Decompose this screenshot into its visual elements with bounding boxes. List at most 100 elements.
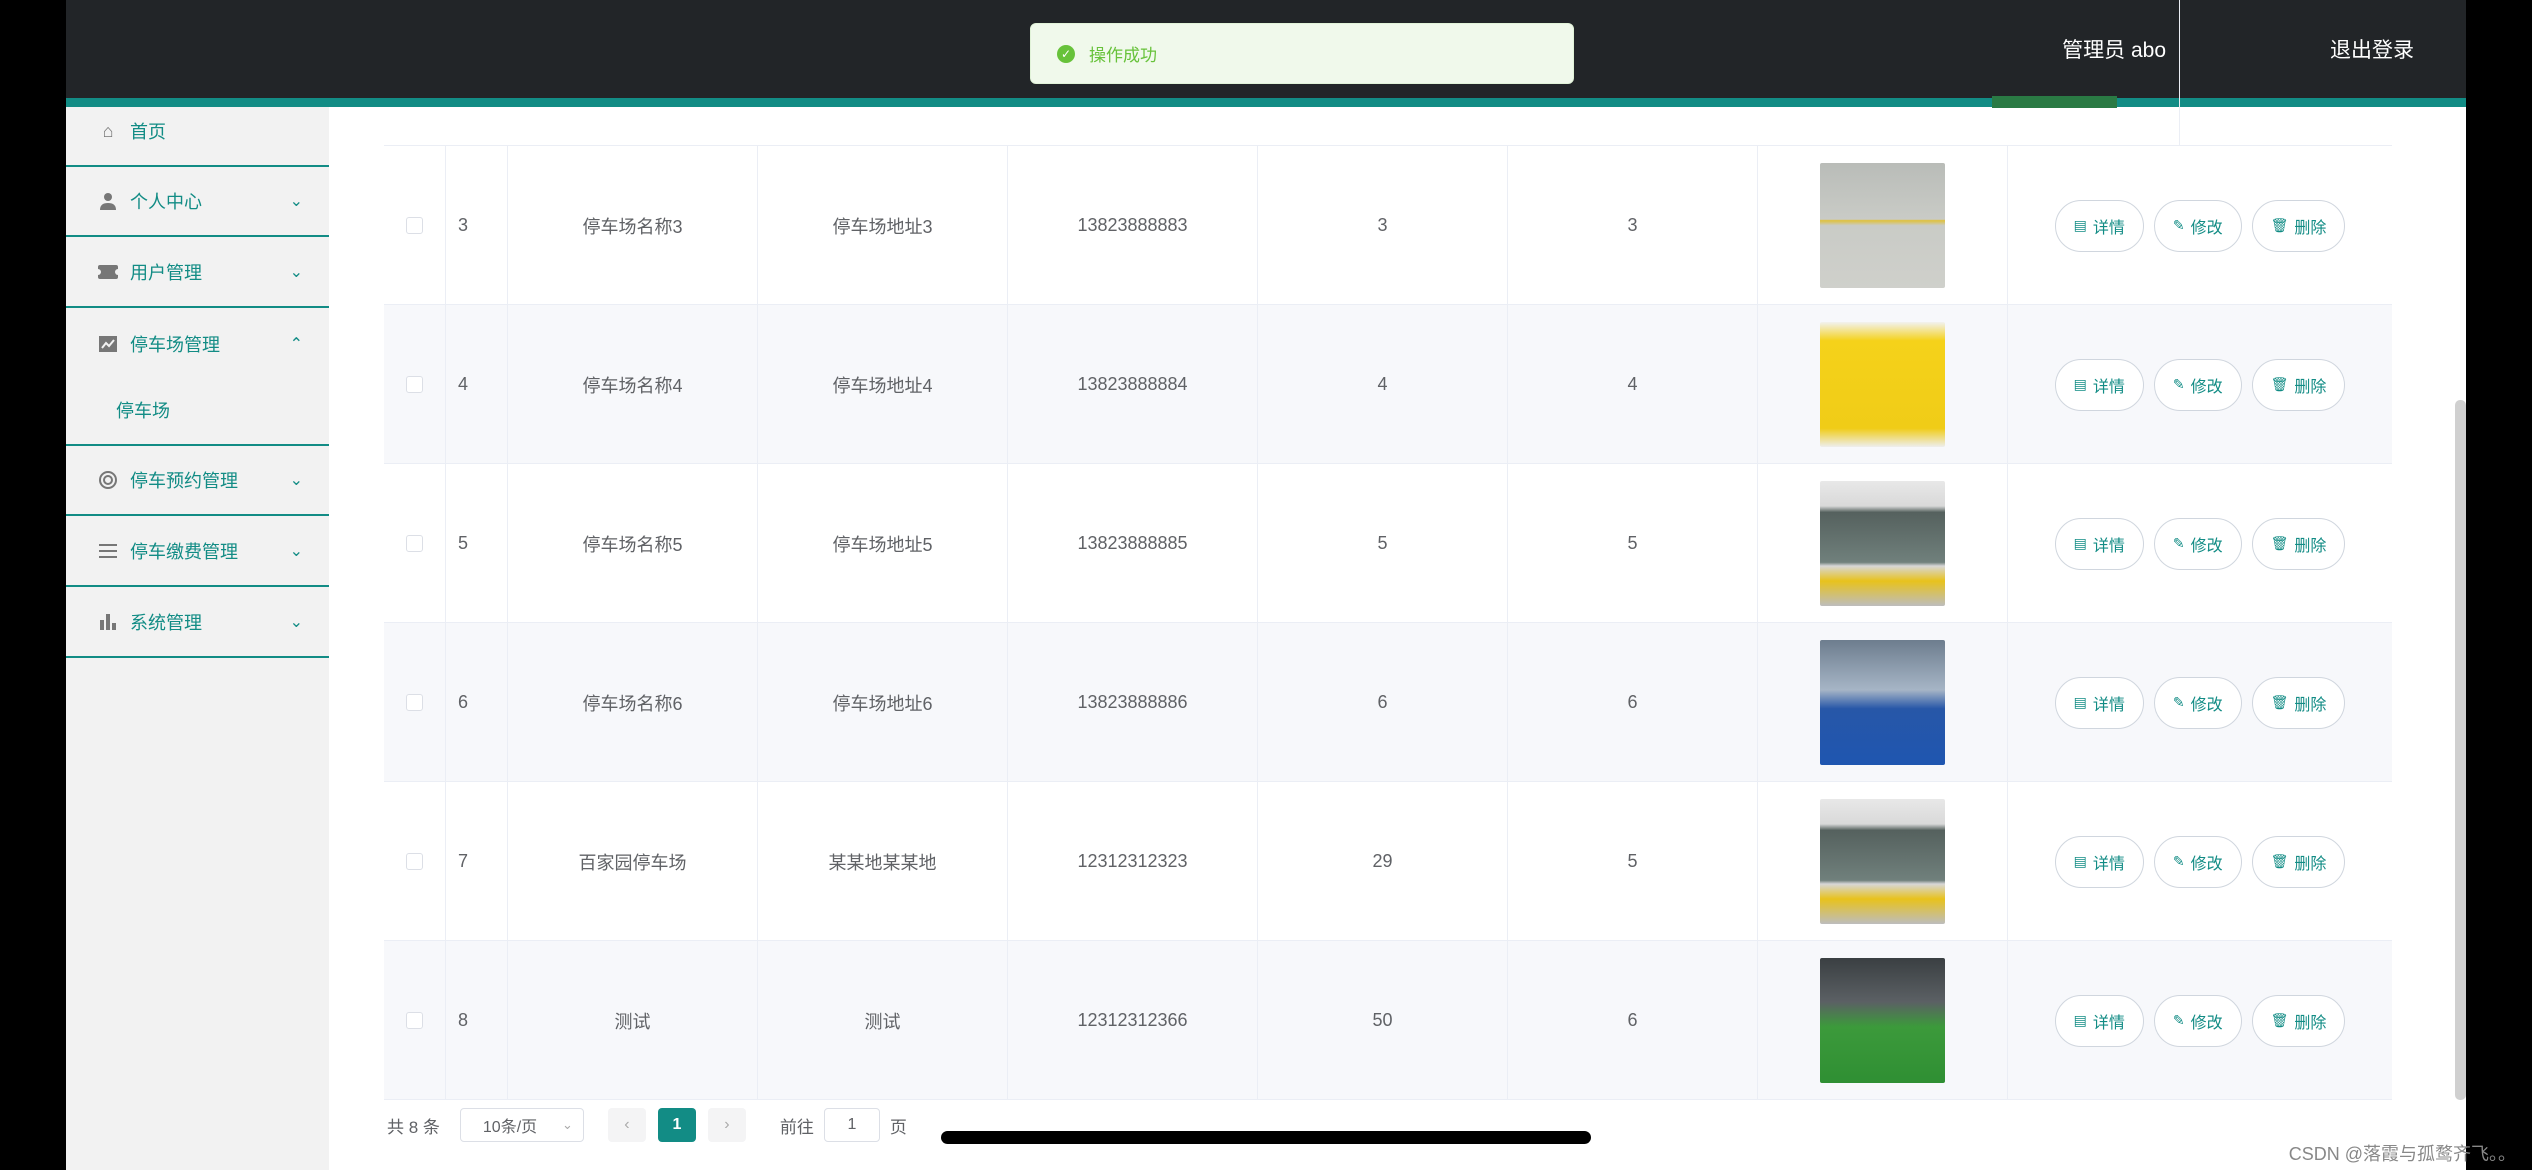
edit-icon: ✎ [2172,535,2185,551]
chevron-down-icon: ⌄ [289,614,303,631]
detail-label: 详情 [2092,537,2125,555]
edit-button[interactable]: ✎ 修改 [2153,676,2242,729]
table-row: 7 百家园停车场 某某地某某地 12312312323 29 5 ▤ 详情 ✎ 修改 🗑 删除 [384,782,2392,941]
detail-button[interactable]: ▤ 详情 [2054,835,2144,888]
no-cell: 8 [446,941,508,1100]
table-row: 4 停车场名称4 停车场地址4 13823888884 4 4 ▤ 详情 ✎ 修改 🗑 删除 [384,305,2392,464]
address-cell: 停车场地址5 [758,464,1008,623]
chevron-up-icon: ⌃ [289,336,303,353]
sidebar-item-parking-management[interactable]: 停车场管理 ⌃ [66,309,329,379]
detail-icon: ▤ [2073,853,2087,869]
actions-cell: ▤ 详情 ✎ 修改 🗑 删除 [2008,146,2392,305]
sidebar-item-label: 首页 [130,122,166,142]
row-checkbox[interactable] [406,217,423,234]
list-icon [98,541,118,561]
detail-button[interactable]: ▤ 详情 [2054,994,2144,1047]
delete-button[interactable]: 🗑 删除 [2251,517,2346,570]
edit-button[interactable]: ✎ 修改 [2153,994,2242,1047]
row-checkbox[interactable] [406,1012,423,1029]
edit-label: 修改 [2190,696,2223,714]
goto-prefix: 前往 [779,1117,814,1137]
detail-button[interactable]: ▤ 详情 [2054,199,2144,252]
sidebar-item-label: 停车缴费管理 [130,542,238,562]
row-photo [1820,481,1945,606]
address-cell: 停车场地址6 [758,623,1008,782]
row-checkbox[interactable] [406,376,423,393]
page-button-1[interactable]: 1 [657,1108,696,1142]
sidebar-subitem-parking[interactable]: 停车场 [116,397,170,423]
goto-suffix: 页 [889,1117,907,1137]
detail-button[interactable]: ▤ 详情 [2054,517,2144,570]
phone-cell: 12312312323 [1008,782,1258,941]
vertical-scrollbar[interactable] [2455,400,2466,1100]
chevron-down-icon: ⌄ [289,472,303,489]
detail-icon: ▤ [2073,694,2087,710]
delete-label: 删除 [2294,696,2327,714]
actions-cell: ▤ 详情 ✎ 修改 🗑 删除 [2008,464,2392,623]
lifebuoy-icon [98,470,118,490]
edit-label: 修改 [2190,378,2223,396]
phone-cell: 13823888886 [1008,623,1258,782]
goto-page-input[interactable]: 1 [823,1108,880,1142]
detail-label: 详情 [2092,219,2125,237]
name-cell: 停车场名称6 [508,623,758,782]
row-checkbox[interactable] [406,694,423,711]
home-icon: ⌂ [102,120,114,141]
sidebar-item-system-management[interactable]: 系统管理 ⌄ [66,588,329,658]
sidebar-item-parking-reservation[interactable]: 停车预约管理 ⌄ [66,446,329,516]
row-photo [1820,799,1945,924]
select-cell [384,941,446,1100]
next-page-button[interactable]: › [707,1108,746,1142]
prev-page-button[interactable]: ‹ [607,1108,646,1142]
edit-button[interactable]: ✎ 修改 [2153,517,2242,570]
detail-icon: ▤ [2073,1012,2087,1028]
edit-button[interactable]: ✎ 修改 [2153,835,2242,888]
delete-label: 删除 [2294,219,2327,237]
photo-cell [1758,146,2008,305]
sidebar-item-label: 系统管理 [130,613,202,633]
sidebar-item-user-management[interactable]: 用户管理 ⌄ [66,238,329,308]
detail-label: 详情 [2092,1014,2125,1032]
actions-cell: ▤ 详情 ✎ 修改 🗑 删除 [2008,941,2392,1100]
main-content: 3 停车场名称3 停车场地址3 13823888883 3 3 ▤ 详情 ✎ 修改 🗑 删除 4 停车场名… [329,0,2466,1170]
chevron-down-icon: ⌄ [289,264,303,281]
page-size-select[interactable]: 10条/页 ⌄ [459,1108,584,1142]
delete-icon: 🗑 [2270,694,2289,710]
phone-cell: 13823888884 [1008,305,1258,464]
delete-label: 删除 [2294,378,2327,396]
sidebar-item-personal-center[interactable]: 个人中心 ⌄ [66,167,329,237]
edit-button[interactable]: ✎ 修改 [2153,358,2242,411]
detail-button[interactable]: ▤ 详情 [2054,358,2144,411]
phone-cell: 12312312366 [1008,941,1258,1100]
table-row: 6 停车场名称6 停车场地址6 13823888886 6 6 ▤ 详情 ✎ 修改 🗑 删除 [384,623,2392,782]
row-photo [1992,96,2117,108]
delete-button[interactable]: 🗑 删除 [2251,676,2346,729]
delete-label: 删除 [2294,537,2327,555]
address-cell: 某某地某某地 [758,782,1008,941]
delete-button[interactable]: 🗑 删除 [2251,835,2346,888]
delete-button[interactable]: 🗑 删除 [2251,358,2346,411]
photo-cell [1758,464,2008,623]
detail-label: 详情 [2092,696,2125,714]
sidebar: ⌂ 首页 个人中心 ⌄ 用户管理 ⌄ 停车场管理 ⌃ 停车场 停车预约管理 ⌄ … [66,107,329,1170]
sidebar-item-parking-payment[interactable]: 停车缴费管理 ⌄ [66,517,329,587]
row-checkbox[interactable] [406,853,423,870]
no-cell: 4 [446,305,508,464]
detail-button[interactable]: ▤ 详情 [2054,676,2144,729]
phone-cell: 13823888883 [1008,146,1258,305]
table-row: 3 停车场名称3 停车场地址3 13823888883 3 3 ▤ 详情 ✎ 修改 🗑 删除 [384,146,2392,305]
detail-label: 详情 [2092,855,2125,873]
row-photo [1820,640,1945,765]
sidebar-item-label: 停车预约管理 [130,471,238,491]
row-photo [1820,163,1945,288]
delete-button[interactable]: 🗑 删除 [2251,199,2346,252]
delete-button[interactable]: 🗑 删除 [2251,994,2346,1047]
row-checkbox[interactable] [406,535,423,552]
sidebar-item-home[interactable]: ⌂ 首页 [66,97,329,167]
edit-icon: ✎ [2172,376,2185,392]
chevron-down-icon: ⌄ [289,543,303,560]
name-cell: 测试 [508,941,758,1100]
edit-button[interactable]: ✎ 修改 [2153,199,2242,252]
table-row [384,0,2392,146]
select-cell [384,782,446,941]
